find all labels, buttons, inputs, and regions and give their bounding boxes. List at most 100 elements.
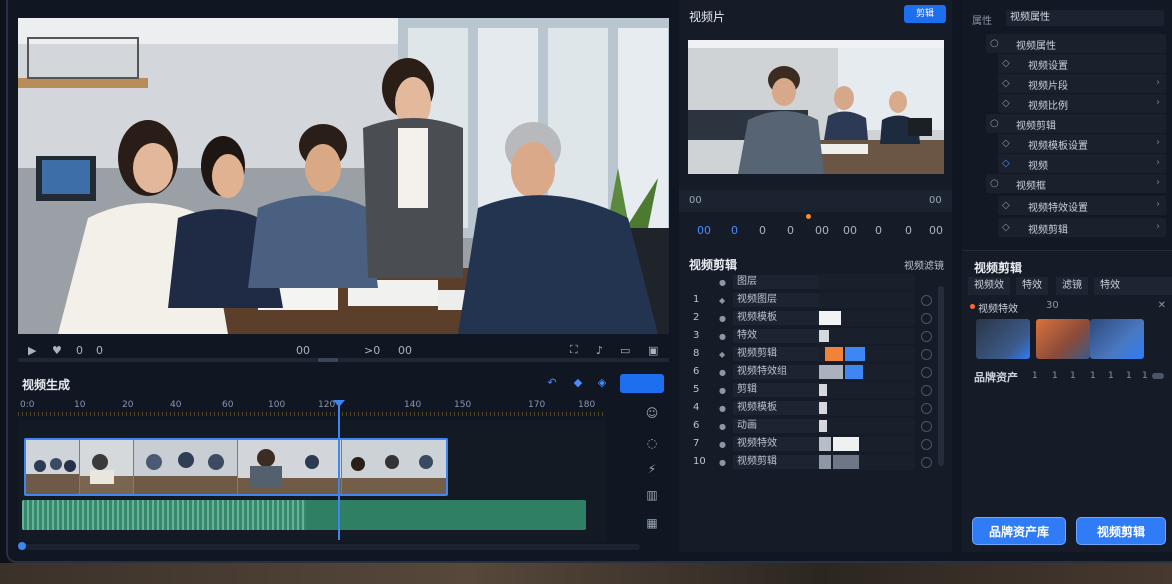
toolbar-item[interactable]: 0: [875, 224, 882, 237]
property-icon: ◇: [1002, 222, 1010, 233]
eye-icon[interactable]: [921, 385, 932, 396]
property-row[interactable]: ◇ 视频特效设置 ›: [998, 196, 1166, 215]
timeline-playhead[interactable]: [333, 400, 345, 540]
video-clip[interactable]: [342, 440, 446, 494]
video-clip[interactable]: [238, 440, 342, 494]
layer-dot-icon: ●: [719, 332, 726, 341]
property-row[interactable]: ◇ 视频片段 ›: [998, 74, 1166, 93]
properties-header: 属性 视频属性: [962, 8, 1172, 28]
video-clip[interactable]: [134, 440, 238, 494]
layer-row[interactable]: 5 ● 剪辑: [689, 382, 937, 399]
property-row[interactable]: ◇ 视频比例 ›: [998, 94, 1166, 113]
property-row[interactable]: ○ 视频框 ›: [986, 174, 1166, 193]
property-icon: ◇: [1002, 98, 1010, 109]
grid-icon[interactable]: ▦: [645, 516, 659, 530]
heart-icon[interactable]: ♥: [52, 344, 62, 357]
layers-scrollbar[interactable]: [938, 286, 944, 466]
ruler-label: 170: [528, 400, 546, 410]
fullscreen-icon[interactable]: ⛶: [570, 343, 578, 357]
toolbar-item[interactable]: 00: [815, 224, 829, 237]
comment-icon[interactable]: ◌: [645, 436, 659, 450]
timeline-scrollbar[interactable]: [18, 542, 640, 550]
layer-row[interactable]: 6 ● 动画: [689, 418, 937, 435]
eye-icon[interactable]: [921, 313, 932, 324]
settings-icon[interactable]: ▣: [648, 344, 658, 357]
property-row[interactable]: ◇ 视频 ›: [998, 154, 1166, 173]
range-handle[interactable]: [1152, 373, 1164, 379]
clip-info-strip: 00 00: [679, 190, 952, 212]
effects-tab[interactable]: 特效: [1016, 277, 1048, 295]
clip-preview-image: [688, 40, 944, 174]
layer-row[interactable]: 8 ◆ 视频剪辑: [689, 346, 937, 363]
toolbar-item[interactable]: 00: [697, 224, 711, 237]
property-row[interactable]: ◇ 视频剪辑 ›: [998, 218, 1166, 237]
bolt-icon[interactable]: ⚡: [645, 462, 659, 476]
play-icon[interactable]: ▶: [28, 344, 36, 357]
layer-row[interactable]: 2 ● 视频模板: [689, 310, 937, 327]
timeline-ruler[interactable]: 0:0 10 20 40 60 100 120 140 150 170 180: [18, 398, 606, 418]
video-track[interactable]: [24, 438, 448, 496]
effects-tab[interactable]: 特效: [1094, 277, 1172, 295]
effects-sub-row[interactable]: 视频特效 30 ✕: [970, 299, 1166, 315]
eye-icon[interactable]: [921, 457, 932, 468]
effects-tab[interactable]: 视频效: [968, 277, 1010, 295]
effects-tab[interactable]: 滤镜: [1056, 277, 1088, 295]
toolbar-item[interactable]: 0: [787, 224, 794, 237]
eye-icon[interactable]: [921, 403, 932, 414]
video-edit-button[interactable]: 视频剪辑: [1076, 517, 1166, 545]
brand-assets-button[interactable]: 品牌资产库: [972, 517, 1066, 545]
eye-icon[interactable]: [921, 439, 932, 450]
effect-swatch[interactable]: [1036, 319, 1090, 359]
eye-icon[interactable]: [921, 421, 932, 432]
eye-icon[interactable]: [921, 349, 932, 360]
layers-icon[interactable]: ◈: [596, 377, 608, 389]
eye-icon[interactable]: [921, 367, 932, 378]
property-row[interactable]: ◇ 视频设置: [998, 54, 1166, 73]
clip-preview[interactable]: [688, 40, 944, 174]
smile-icon[interactable]: ☺: [645, 406, 659, 420]
layer-row[interactable]: 3 ● 特效: [689, 328, 937, 345]
audio-track[interactable]: [22, 500, 586, 530]
layer-row[interactable]: 4 ● 视频模板: [689, 400, 937, 417]
preview-scrubber[interactable]: [18, 358, 669, 362]
timeline-action-button[interactable]: [620, 374, 664, 393]
clip-panel-title: 视频片: [689, 10, 726, 24]
property-icon: ◇: [1002, 58, 1010, 69]
status-dot: [970, 304, 975, 309]
property-row[interactable]: ○ 视频属性: [986, 34, 1166, 53]
toolbar-item[interactable]: 00: [929, 224, 943, 237]
timeline-tracks[interactable]: [18, 420, 606, 542]
properties-select[interactable]: 视频属性: [1006, 10, 1164, 26]
clip-panel-button[interactable]: 剪辑: [904, 5, 946, 23]
volume-icon[interactable]: ♪: [596, 344, 603, 357]
toolbar-item[interactable]: 0: [731, 224, 738, 237]
ruler-label: 20: [122, 400, 134, 410]
property-row[interactable]: ◇ 视频模板设置 ›: [998, 134, 1166, 153]
toolbar-item[interactable]: 00: [843, 224, 857, 237]
undo-icon[interactable]: ↶: [546, 377, 558, 389]
main-video-preview[interactable]: [18, 18, 669, 334]
eye-icon[interactable]: [921, 295, 932, 306]
layer-row[interactable]: ● 图层: [689, 274, 937, 291]
layers-filter[interactable]: 视频滤镜: [904, 257, 944, 272]
property-icon: ○: [990, 118, 999, 129]
property-row[interactable]: ○ 视频剪辑: [986, 114, 1166, 133]
layer-row[interactable]: 7 ● 视频特效: [689, 436, 937, 453]
video-clip[interactable]: [80, 440, 134, 494]
layer-row[interactable]: 1 ◆ 视频图层: [689, 292, 937, 309]
effect-swatch[interactable]: [1090, 319, 1144, 359]
library-icon[interactable]: ▥: [645, 488, 659, 502]
layer-thumb: [819, 382, 915, 398]
toolbar-item[interactable]: 0: [905, 224, 912, 237]
layer-row[interactable]: 6 ● 视频特效组: [689, 364, 937, 381]
shield-icon[interactable]: ◆: [572, 377, 584, 389]
ruler-label: 10: [74, 400, 86, 410]
video-clip[interactable]: [26, 440, 80, 494]
caption-icon[interactable]: ▭: [620, 344, 630, 357]
effect-swatch[interactable]: [976, 319, 1030, 359]
toolbar-item[interactable]: 0: [759, 224, 766, 237]
property-icon: ◇: [1002, 200, 1010, 211]
layer-row[interactable]: 10 ● 视频剪辑: [689, 454, 937, 471]
eye-icon[interactable]: [921, 331, 932, 342]
close-icon[interactable]: ✕: [1158, 300, 1166, 311]
